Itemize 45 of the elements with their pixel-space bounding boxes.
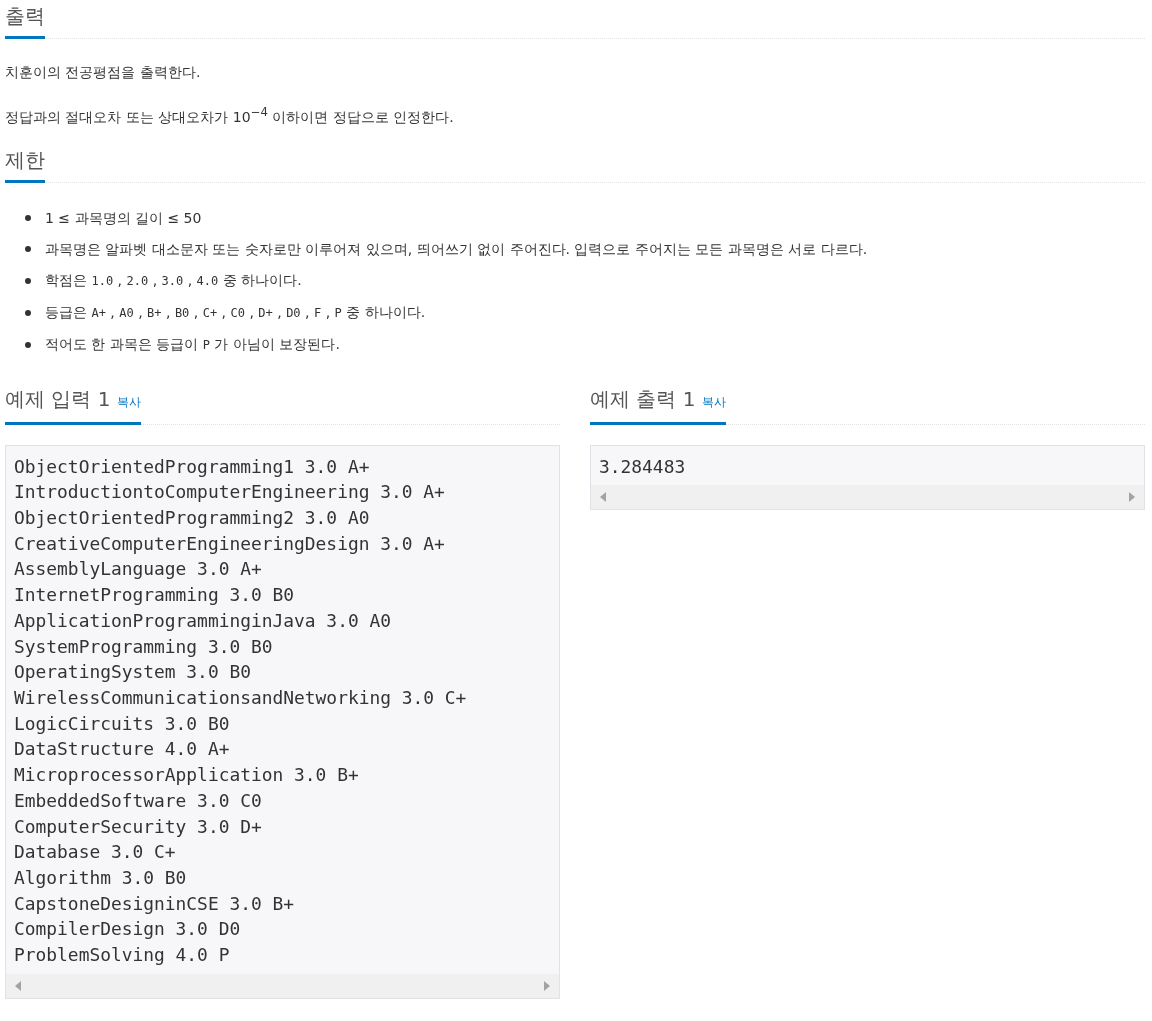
scroll-left-icon[interactable] <box>600 492 606 503</box>
bullet-icon <box>25 277 31 284</box>
section-heading: 제한 <box>5 143 45 183</box>
code-line: Database 3.0 C+ <box>14 840 177 865</box>
list-item-text: 등급은 A+ , A0 , B+ , B0 , C+ , C0 , D+ , D0 , F , P 중 하나이다. <box>45 302 426 322</box>
code-line: AssemblyLanguage 3.0 A+ <box>14 557 263 582</box>
code-line: ObjectOrientedProgramming1 3.0 A+ <box>14 454 371 479</box>
code-line: LogicCircuits 3.0 B0 <box>14 711 231 736</box>
code-line: WirelessCommunicationsandNetworking 3.0 C+ <box>14 686 468 710</box>
code-line: CapstoneDesigninCSE 3.0 B+ <box>14 891 296 916</box>
paragraph-text: 치훈이의 전공평점을 출력한다. <box>5 63 202 82</box>
copy-link[interactable]: 복사 <box>117 389 142 414</box>
code-line: SystemProgramming 3.0 B0 <box>14 634 274 659</box>
code-line: ComputerSecurity 3.0 D+ <box>14 814 263 839</box>
horizontal-scrollbar[interactable] <box>6 973 559 998</box>
code-line: InternetProgramming 3.0 B0 <box>14 583 296 608</box>
code-line: DataStructure 4.0 A+ <box>14 737 231 762</box>
bullet-icon <box>25 341 31 348</box>
code-line: ObjectOrientedProgramming2 3.0 A0 <box>14 506 371 531</box>
code-line: IntroductiontoComputerEngineering 3.0 A+ <box>14 480 446 505</box>
code-line: Algorithm 3.0 B0 <box>14 865 188 890</box>
scroll-right-icon[interactable] <box>1129 492 1135 503</box>
bullet-icon <box>25 215 31 222</box>
sample-heading: 예제 입력 1 <box>5 386 111 411</box>
list-item-text: 1 ≤ 과목명의 길이 ≤ 50 <box>45 208 202 228</box>
code-line: OperatingSystem 3.0 B0 <box>14 660 252 685</box>
code-line: CompilerDesign 3.0 D0 <box>14 917 242 942</box>
bullet-icon <box>25 246 31 253</box>
paragraph-text: 정답과의 절대오차 또는 상대오차가 10$^{−4}$ 이하이면 정답으로 인정한다. <box>5 104 455 127</box>
code-line: CreativeComputerEngineeringDesign 3.0 A+ <box>14 531 446 556</box>
code-line: ApplicationProgramminginJava 3.0 A0 <box>14 608 392 633</box>
copy-link[interactable]: 복사 <box>702 389 727 414</box>
code-line: 3.284483 <box>599 454 687 479</box>
bullet-icon <box>25 309 31 316</box>
list-item-text: 적어도 한 과목은 등급이 P 가 아님이 보장된다. <box>45 334 340 354</box>
list-item-text: 과목명은 알파벳 대소문자 또는 숫자로만 이루어져 있으며, 띄어쓰기 없이 주어진다. 입력으로 주어지는 모든 과목명은 서로 다르다. <box>45 239 868 259</box>
code-line: MicroprocessorApplication 3.0 B+ <box>14 763 360 788</box>
section-heading: 출력 <box>5 0 45 39</box>
sample-heading: 예제 출력 1 <box>590 386 696 411</box>
code-line: EmbeddedSoftware 3.0 C0 <box>14 788 263 813</box>
horizontal-scrollbar[interactable] <box>591 485 1144 510</box>
scroll-right-icon[interactable] <box>544 980 550 991</box>
scroll-left-icon[interactable] <box>15 980 21 991</box>
code-line: ProblemSolving 4.0 P <box>14 943 231 967</box>
list-item-text: 학점은 1.0 , 2.0 , 3.0 , 4.0 중 하나이다. <box>45 270 302 290</box>
